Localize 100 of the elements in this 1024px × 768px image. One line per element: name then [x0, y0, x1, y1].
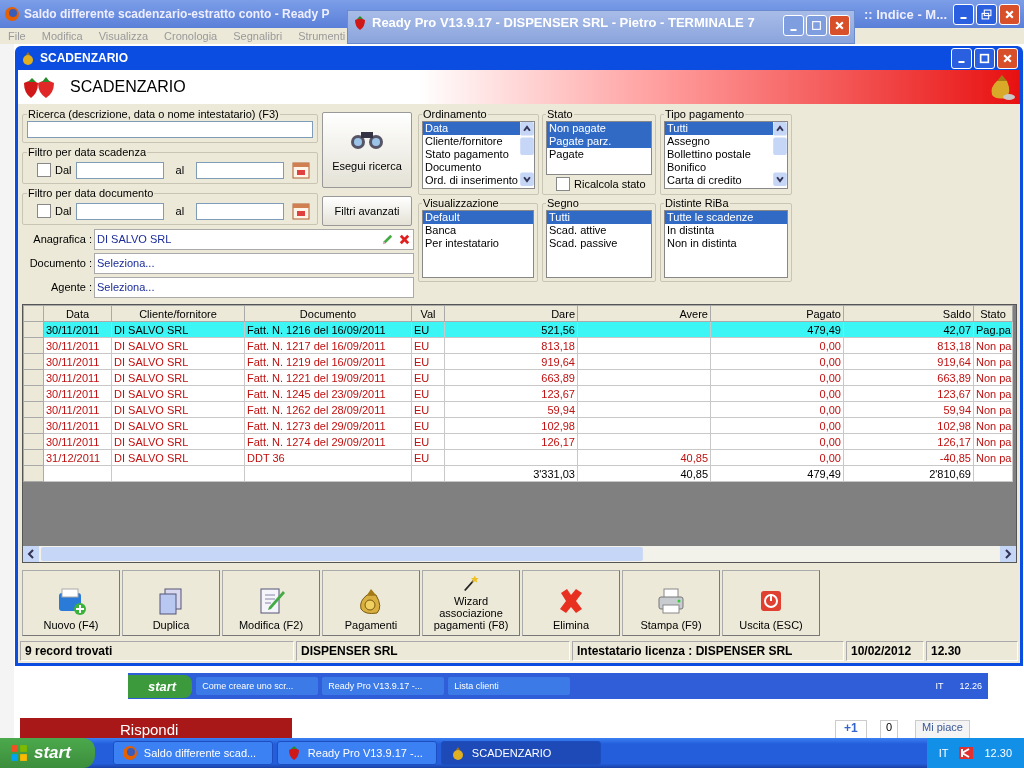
taskbar-button[interactable]: Saldo differente scad... [112, 741, 273, 765]
list-item[interactable]: Ord. di inserimento [423, 174, 520, 187]
table-cell: 663,89 [843, 369, 974, 386]
advanced-filters-button[interactable]: Filtri avanzati [322, 196, 412, 226]
list-item[interactable]: Tutti [665, 122, 773, 135]
clock: 12.30 [984, 747, 1012, 759]
list-item[interactable]: Assegno [665, 135, 773, 148]
date-field[interactable] [196, 202, 285, 220]
taskbar-button[interactable]: SCADENZARIO [440, 741, 601, 765]
table-cell: Non pa [973, 401, 1013, 418]
checkbox[interactable] [37, 204, 51, 218]
table-cell: 0,00 [710, 353, 844, 370]
close-button[interactable] [829, 15, 850, 36]
table-cell: DI SALVO SRL [111, 385, 245, 402]
column-header[interactable]: Dare [444, 305, 578, 322]
checkbox[interactable] [37, 163, 51, 177]
toolbar-button[interactable]: Duplica [122, 570, 220, 636]
toolbar-button[interactable]: Uscita (ESC) [722, 570, 820, 636]
column-header[interactable]: Documento [244, 305, 412, 322]
toolbar-button[interactable]: Pagamenti [322, 570, 420, 636]
list-item[interactable]: Carta di credito [665, 174, 773, 187]
list-item[interactable]: Non in distinta [665, 237, 787, 250]
window-title: SCADENZARIO [40, 51, 129, 65]
maximize-button[interactable] [974, 47, 995, 69]
delete-icon[interactable] [398, 232, 411, 246]
toolbar-button[interactable]: Wizard associazione pagamenti (F8) [422, 570, 520, 636]
scrollbar[interactable] [773, 122, 787, 188]
table-cell: DI SALVO SRL [111, 337, 245, 354]
window-title: Ready Pro V13.9.17 - DISPENSER SRL - Pietro - TERMINALE 7 [372, 15, 756, 30]
lookup-field[interactable]: Seleziona... [94, 252, 414, 274]
minimize-button[interactable] [951, 47, 972, 69]
toolbar-button[interactable]: Stampa (F9) [622, 570, 720, 636]
column-header[interactable]: Stato [973, 305, 1013, 322]
close-button[interactable] [999, 3, 1020, 25]
search-field[interactable] [27, 121, 313, 138]
language-indicator: IT [934, 681, 945, 691]
pencil-icon[interactable] [381, 232, 394, 246]
column-header[interactable]: Saldo [843, 305, 974, 322]
taskbar-button[interactable]: Ready Pro V13.9.17 -... [276, 741, 437, 765]
table-cell: 663,89 [444, 369, 578, 386]
column-header[interactable]: Avere [577, 305, 711, 322]
list-item[interactable]: Tutte le scadenze [665, 211, 787, 224]
module-title: SCADENZARIO [70, 78, 187, 96]
antivirus-icon[interactable] [958, 745, 975, 761]
checkbox[interactable] [556, 177, 570, 191]
list-item[interactable]: Bonifico [665, 161, 773, 174]
list-item[interactable]: Per intestatario [423, 237, 533, 250]
list-item[interactable]: Cliente/fornitore [423, 135, 520, 148]
list-item[interactable]: In distinta [665, 224, 787, 237]
table-cell: 0,00 [710, 433, 844, 450]
list-item[interactable]: Scad. attive [547, 224, 651, 237]
date-field[interactable] [75, 161, 164, 179]
calendar-icon[interactable] [292, 202, 311, 220]
toolbar-button[interactable]: Elimina [522, 570, 620, 636]
group-label: Tipo pagamento [664, 108, 746, 120]
calendar-icon[interactable] [292, 161, 311, 179]
reply-button[interactable]: Rispondi [20, 718, 292, 738]
list-item[interactable]: Pagate parz. [547, 135, 651, 148]
column-header[interactable]: Cliente/fornitore [111, 305, 245, 322]
close-button[interactable] [997, 47, 1018, 69]
search-button[interactable]: Esegui ricerca [322, 112, 412, 188]
taskbar-item: Lista clienti [448, 677, 571, 695]
list-item[interactable]: Bollettino postale [665, 148, 773, 161]
toolbar-button[interactable]: Nuovo (F4) [22, 570, 120, 636]
lookup-field[interactable]: DI SALVO SRL [94, 228, 414, 250]
list-item[interactable]: Scad. passive [547, 237, 651, 250]
field-label: Anagrafica : [32, 233, 93, 245]
minimize-icon [960, 17, 967, 19]
table-cell: 813,18 [843, 337, 974, 354]
group-label: Ricerca (descrizione, data o nome intestatario) (F3) [27, 108, 280, 120]
list-item[interactable]: Non pagate [547, 122, 651, 135]
list-item[interactable]: Pagate [547, 148, 651, 161]
list-item[interactable]: Banca [423, 224, 533, 237]
restore-button[interactable] [976, 3, 997, 25]
list-item[interactable]: Default [423, 211, 533, 224]
table-cell: EU [411, 353, 445, 370]
column-header[interactable]: Pagato [710, 305, 844, 322]
list-item[interactable]: Data [423, 122, 520, 135]
minimize-button[interactable] [953, 3, 974, 25]
lookup-field[interactable]: Seleziona... [94, 276, 414, 298]
date-field[interactable] [75, 202, 164, 220]
table-cell: DI SALVO SRL [111, 433, 245, 450]
toolbar-button[interactable]: Modifica (F2) [222, 570, 320, 636]
table-cell: 919,64 [843, 353, 974, 370]
clock: 12.26 [958, 681, 983, 691]
table-cell: 59,94 [843, 401, 974, 418]
table-cell: 0,00 [710, 369, 844, 386]
like-button[interactable]: Mi piace [915, 720, 970, 740]
scrollbar[interactable] [519, 122, 534, 188]
table-cell: Non pa [973, 385, 1013, 402]
date-field[interactable] [196, 161, 285, 179]
list-item[interactable]: Stato pagamento [423, 148, 520, 161]
table-cell: 813,18 [444, 337, 578, 354]
horizontal-scrollbar[interactable] [23, 546, 1016, 562]
list-item[interactable]: Documento [423, 161, 520, 174]
list-item[interactable]: Tutti [547, 211, 651, 224]
table-cell: 30/11/2011 [43, 385, 112, 402]
browser-window-title: Saldo differente scadenzario-estratto conto - Ready P [24, 7, 330, 21]
column-header[interactable]: Val [411, 305, 445, 322]
column-header[interactable]: Data [43, 305, 112, 322]
